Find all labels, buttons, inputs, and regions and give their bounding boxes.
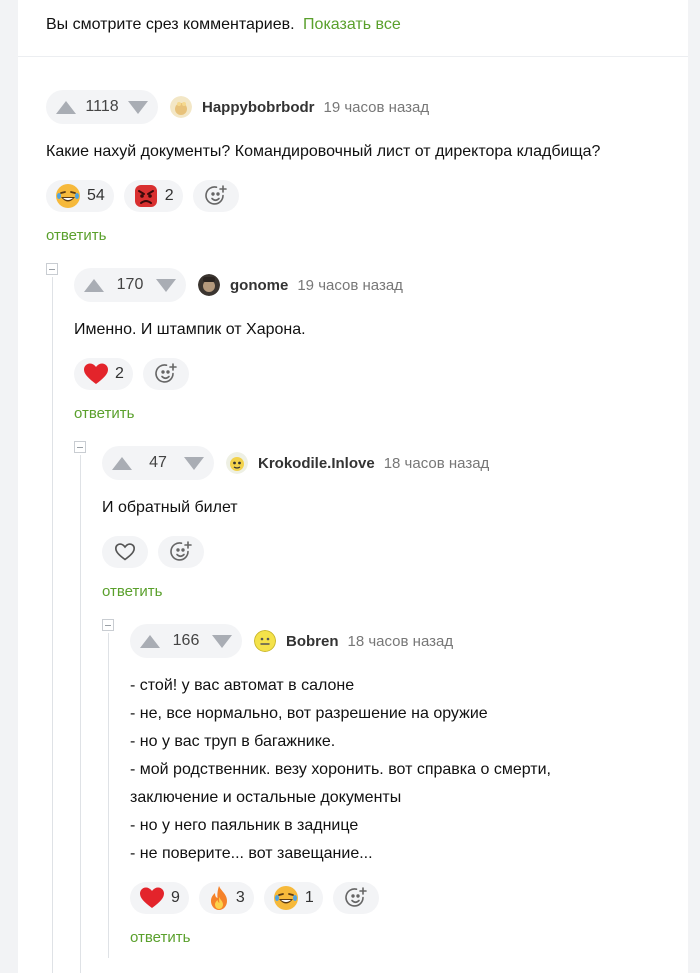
reaction-heart[interactable]: 2 — [74, 358, 133, 390]
like-button[interactable] — [102, 536, 148, 568]
reactions-bar: 54 2 — [46, 180, 600, 212]
reaction-fire[interactable]: 3 — [198, 882, 254, 914]
vote-control: 166 — [130, 624, 242, 658]
thread-line-level-2 — [80, 455, 81, 973]
comment-text-line: И обратный билет — [102, 499, 238, 516]
comment-text-line: - мой родственник. везу хоронить. вот сп… — [130, 761, 551, 778]
vote-count: 1118 — [85, 98, 119, 115]
comment-text-line: Какие нахуй документы? Командировочный л… — [46, 143, 601, 160]
avatar[interactable] — [198, 274, 220, 296]
angry-emoji-icon — [133, 183, 159, 209]
comment: 170 gonome 19 часов назад Именно. И штам… — [74, 268, 403, 422]
comment: 47 Krokodile.Inlove 18 часов назад И обр… — [102, 446, 489, 600]
add-emoji-icon — [204, 184, 228, 208]
comment-text-line: - стой! у вас автомат в салоне — [130, 677, 355, 694]
comment-text: Именно. И штампик от Харона. — [74, 316, 403, 344]
slice-notice: Вы смотрите срез комментариев. Показать … — [46, 16, 401, 34]
header-divider — [18, 56, 688, 57]
add-emoji-icon — [169, 540, 193, 564]
reply-link[interactable]: ответить — [74, 405, 403, 422]
add-reaction-button[interactable] — [192, 180, 239, 212]
reaction-count: 3 — [235, 889, 245, 906]
comment-text-line: Именно. И штампик от Харона. — [74, 321, 306, 338]
reply-link[interactable]: ответить — [130, 929, 551, 946]
vote-count: 166 — [172, 632, 200, 649]
reaction-count: 2 — [115, 365, 124, 382]
fire-icon — [208, 885, 230, 911]
add-reaction-button[interactable] — [332, 882, 379, 914]
slice-notice-text: Вы смотрите срез комментариев. — [46, 16, 295, 33]
comment-text-line: - но у вас труп в багажнике. — [130, 733, 336, 750]
vote-control: 170 — [74, 268, 186, 302]
avatar[interactable] — [170, 96, 192, 118]
vote-control: 1118 — [46, 90, 158, 124]
reaction-heart[interactable]: 9 — [130, 882, 189, 914]
upvote-icon[interactable] — [84, 278, 104, 292]
laughing-emoji-icon — [273, 885, 299, 911]
add-reaction-button[interactable] — [158, 536, 204, 568]
author-name[interactable]: gonome — [230, 277, 288, 294]
comment-time[interactable]: 18 часов назад — [384, 455, 490, 472]
downvote-icon[interactable] — [128, 100, 148, 114]
comment-header: 47 Krokodile.Inlove 18 часов назад — [102, 446, 489, 480]
thread-line-level-1 — [52, 277, 53, 973]
collapse-toggle[interactable] — [74, 441, 86, 453]
reaction-count: 2 — [164, 187, 174, 204]
author-name[interactable]: Krokodile.Inlove — [258, 455, 375, 472]
reactions-bar: 9 3 1 — [130, 882, 551, 914]
upvote-icon[interactable] — [56, 100, 76, 114]
reply-link[interactable]: ответить — [102, 583, 489, 600]
avatar[interactable] — [226, 452, 248, 474]
reply-link[interactable]: ответить — [46, 227, 600, 244]
reactions-bar — [102, 536, 489, 568]
comment-text-line: заключение и остальные документы — [130, 789, 402, 806]
upvote-icon[interactable] — [112, 456, 132, 470]
comment: 1118 Happybobrbodr 19 часов назад Какие … — [46, 90, 600, 244]
comment: 166 Bobren 18 часов назад - стой! у вас … — [130, 624, 551, 946]
reactions-bar: 2 — [74, 358, 403, 390]
comment-text-line: - но у него паяльник в заднице — [130, 817, 359, 834]
thread-line-level-3 — [108, 633, 109, 958]
collapse-toggle[interactable] — [102, 619, 114, 631]
comment-header: 170 gonome 19 часов назад — [74, 268, 403, 302]
add-emoji-icon — [154, 362, 178, 386]
author-name[interactable]: Happybobrbodr — [202, 99, 315, 116]
comment-time[interactable]: 19 часов назад — [297, 277, 403, 294]
vote-count: 47 — [149, 454, 167, 471]
add-emoji-icon — [344, 886, 368, 910]
comment-text: И обратный билет — [102, 494, 489, 522]
comment-header: 166 Bobren 18 часов назад — [130, 624, 551, 658]
laughing-emoji-icon — [55, 183, 81, 209]
reaction-count: 1 — [304, 889, 314, 906]
author-name[interactable]: Bobren — [286, 633, 339, 650]
heart-outline-icon — [114, 542, 136, 562]
avatar[interactable] — [254, 630, 276, 652]
downvote-icon[interactable] — [212, 634, 232, 648]
downvote-icon[interactable] — [156, 278, 176, 292]
reaction-laughing[interactable]: 1 — [263, 882, 323, 914]
add-reaction-button[interactable] — [142, 358, 189, 390]
reaction-angry[interactable]: 2 — [123, 180, 183, 212]
comment-time[interactable]: 19 часов назад — [324, 99, 430, 116]
heart-icon — [83, 362, 109, 386]
vote-control: 47 — [102, 446, 214, 480]
reaction-count: 54 — [87, 187, 105, 204]
comment-text: Какие нахуй документы? Командировочный л… — [46, 138, 600, 166]
comment-text: - стой! у вас автомат в салоне - не, все… — [130, 672, 551, 868]
vote-count: 170 — [116, 276, 144, 293]
comment-header: 1118 Happybobrbodr 19 часов назад — [46, 90, 600, 124]
reaction-laughing[interactable]: 54 — [46, 180, 114, 212]
comment-text-line: - не поверите... вот завещание... — [130, 845, 373, 862]
comment-time[interactable]: 18 часов назад — [348, 633, 454, 650]
show-all-link[interactable]: Показать все — [303, 16, 401, 33]
collapse-toggle[interactable] — [46, 263, 58, 275]
heart-icon — [139, 886, 165, 910]
downvote-icon[interactable] — [184, 456, 204, 470]
upvote-icon[interactable] — [140, 634, 160, 648]
reaction-count: 9 — [171, 889, 180, 906]
comment-text-line: - не, все нормально, вот разрешение на о… — [130, 705, 488, 722]
